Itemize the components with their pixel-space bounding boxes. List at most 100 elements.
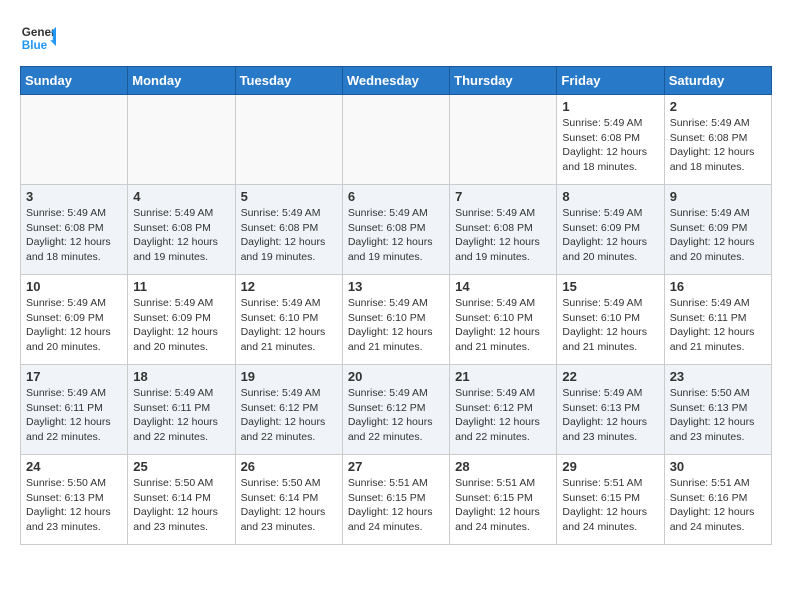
- calendar-cell: [450, 95, 557, 185]
- day-info: Sunrise: 5:49 AM Sunset: 6:08 PM Dayligh…: [670, 116, 766, 175]
- calendar-cell: 15 Sunrise: 5:49 AM Sunset: 6:10 PM Dayli…: [557, 275, 664, 365]
- page-header: General Blue: [20, 20, 772, 56]
- day-number: 24: [26, 459, 122, 474]
- day-info: Sunrise: 5:49 AM Sunset: 6:08 PM Dayligh…: [348, 206, 444, 265]
- calendar-cell: 16Sunrise: 5:49 AM Sunset: 6:11 PM Dayli…: [664, 275, 771, 365]
- day-number: 20: [348, 369, 444, 384]
- calendar-cell: [235, 95, 342, 185]
- day-info: Sunrise: 5:49 AM Sunset: 6:08 PM Dayligh…: [455, 206, 551, 265]
- day-info: Sunrise: 5:51 AM Sunset: 6:15 PM Dayligh…: [348, 476, 444, 535]
- day-number: 9: [670, 189, 766, 204]
- calendar-week-row: 1 Sunrise: 5:49 AM Sunset: 6:08 PM Daylig…: [21, 95, 772, 185]
- day-info: Sunrise: 5:49 AM Sunset: 6:08 PM Dayligh…: [26, 206, 122, 265]
- day-info: Sunrise: 5:49 AM Sunset: 6:08 PM Dayligh…: [241, 206, 337, 265]
- calendar-cell: 22 Sunrise: 5:49 AM Sunset: 6:13 PM Dayli…: [557, 365, 664, 455]
- day-info: Sunrise: 5:49 AM Sunset: 6:11 PM Dayligh…: [26, 386, 122, 445]
- day-number: 5: [241, 189, 337, 204]
- day-info: Sunrise: 5:50 AM Sunset: 6:13 PM Dayligh…: [670, 386, 766, 445]
- day-info: Sunrise: 5:51 AM Sunset: 6:15 PM Dayligh…: [455, 476, 551, 535]
- calendar-week-row: 3Sunrise: 5:49 AM Sunset: 6:08 PM Daylig…: [21, 185, 772, 275]
- logo: General Blue: [20, 20, 60, 56]
- logo-icon: General Blue: [20, 20, 56, 56]
- calendar-week-row: 10 Sunrise: 5:49 AM Sunset: 6:09 PM Dayli…: [21, 275, 772, 365]
- day-number: 25: [133, 459, 229, 474]
- column-header-tuesday: Tuesday: [235, 67, 342, 95]
- day-number: 17: [26, 369, 122, 384]
- day-info: Sunrise: 5:51 AM Sunset: 6:16 PM Dayligh…: [670, 476, 766, 535]
- day-number: 21: [455, 369, 551, 384]
- column-header-monday: Monday: [128, 67, 235, 95]
- day-number: 23: [670, 369, 766, 384]
- day-number: 16: [670, 279, 766, 294]
- day-info: Sunrise: 5:49 AM Sunset: 6:10 PM Dayligh…: [562, 296, 658, 355]
- calendar-cell: 8Sunrise: 5:49 AM Sunset: 6:09 PM Daylig…: [557, 185, 664, 275]
- day-number: 30: [670, 459, 766, 474]
- day-info: Sunrise: 5:50 AM Sunset: 6:13 PM Dayligh…: [26, 476, 122, 535]
- day-info: Sunrise: 5:49 AM Sunset: 6:09 PM Dayligh…: [133, 296, 229, 355]
- svg-text:General: General: [22, 26, 56, 39]
- calendar-cell: 20 Sunrise: 5:49 AM Sunset: 6:12 PM Dayli…: [342, 365, 449, 455]
- day-info: Sunrise: 5:49 AM Sunset: 6:09 PM Dayligh…: [562, 206, 658, 265]
- day-number: 18: [133, 369, 229, 384]
- day-number: 7: [455, 189, 551, 204]
- day-info: Sunrise: 5:51 AM Sunset: 6:15 PM Dayligh…: [562, 476, 658, 535]
- day-info: Sunrise: 5:49 AM Sunset: 6:10 PM Dayligh…: [241, 296, 337, 355]
- calendar-week-row: 24 Sunrise: 5:50 AM Sunset: 6:13 PM Dayli…: [21, 455, 772, 545]
- day-info: Sunrise: 5:49 AM Sunset: 6:11 PM Dayligh…: [133, 386, 229, 445]
- calendar-cell: 30 Sunrise: 5:51 AM Sunset: 6:16 PM Dayli…: [664, 455, 771, 545]
- calendar-cell: [21, 95, 128, 185]
- column-header-saturday: Saturday: [664, 67, 771, 95]
- calendar-cell: 29 Sunrise: 5:51 AM Sunset: 6:15 PM Dayli…: [557, 455, 664, 545]
- calendar-cell: 17 Sunrise: 5:49 AM Sunset: 6:11 PM Dayli…: [21, 365, 128, 455]
- day-number: 27: [348, 459, 444, 474]
- day-number: 2: [670, 99, 766, 114]
- calendar-cell: 13Sunrise: 5:49 AM Sunset: 6:10 PM Dayli…: [342, 275, 449, 365]
- calendar-cell: [342, 95, 449, 185]
- calendar-cell: 25 Sunrise: 5:50 AM Sunset: 6:14 PM Dayli…: [128, 455, 235, 545]
- calendar-cell: 19 Sunrise: 5:49 AM Sunset: 6:12 PM Dayli…: [235, 365, 342, 455]
- day-number: 29: [562, 459, 658, 474]
- day-number: 10: [26, 279, 122, 294]
- calendar-cell: 14Sunrise: 5:49 AM Sunset: 6:10 PM Dayli…: [450, 275, 557, 365]
- day-info: Sunrise: 5:49 AM Sunset: 6:12 PM Dayligh…: [241, 386, 337, 445]
- day-info: Sunrise: 5:50 AM Sunset: 6:14 PM Dayligh…: [241, 476, 337, 535]
- day-number: 19: [241, 369, 337, 384]
- calendar-cell: 7 Sunrise: 5:49 AM Sunset: 6:08 PM Daylig…: [450, 185, 557, 275]
- calendar-cell: 28 Sunrise: 5:51 AM Sunset: 6:15 PM Dayli…: [450, 455, 557, 545]
- calendar-cell: 18 Sunrise: 5:49 AM Sunset: 6:11 PM Dayli…: [128, 365, 235, 455]
- column-header-wednesday: Wednesday: [342, 67, 449, 95]
- day-info: Sunrise: 5:49 AM Sunset: 6:08 PM Dayligh…: [562, 116, 658, 175]
- day-number: 26: [241, 459, 337, 474]
- calendar-cell: 24 Sunrise: 5:50 AM Sunset: 6:13 PM Dayli…: [21, 455, 128, 545]
- svg-text:Blue: Blue: [22, 39, 48, 52]
- day-number: 1: [562, 99, 658, 114]
- calendar-cell: 9Sunrise: 5:49 AM Sunset: 6:09 PM Daylig…: [664, 185, 771, 275]
- calendar-cell: 10 Sunrise: 5:49 AM Sunset: 6:09 PM Dayli…: [21, 275, 128, 365]
- calendar-cell: 23 Sunrise: 5:50 AM Sunset: 6:13 PM Dayli…: [664, 365, 771, 455]
- column-header-friday: Friday: [557, 67, 664, 95]
- calendar-cell: 4Sunrise: 5:49 AM Sunset: 6:08 PM Daylig…: [128, 185, 235, 275]
- calendar-table: SundayMondayTuesdayWednesdayThursdayFrid…: [20, 66, 772, 545]
- day-info: Sunrise: 5:50 AM Sunset: 6:14 PM Dayligh…: [133, 476, 229, 535]
- day-number: 14: [455, 279, 551, 294]
- day-number: 12: [241, 279, 337, 294]
- calendar-header-row: SundayMondayTuesdayWednesdayThursdayFrid…: [21, 67, 772, 95]
- column-header-thursday: Thursday: [450, 67, 557, 95]
- day-number: 13: [348, 279, 444, 294]
- day-number: 28: [455, 459, 551, 474]
- day-info: Sunrise: 5:49 AM Sunset: 6:12 PM Dayligh…: [455, 386, 551, 445]
- column-header-sunday: Sunday: [21, 67, 128, 95]
- day-number: 22: [562, 369, 658, 384]
- calendar-cell: 5 Sunrise: 5:49 AM Sunset: 6:08 PM Daylig…: [235, 185, 342, 275]
- calendar-cell: 1 Sunrise: 5:49 AM Sunset: 6:08 PM Daylig…: [557, 95, 664, 185]
- calendar-cell: 6 Sunrise: 5:49 AM Sunset: 6:08 PM Daylig…: [342, 185, 449, 275]
- day-info: Sunrise: 5:49 AM Sunset: 6:09 PM Dayligh…: [26, 296, 122, 355]
- day-info: Sunrise: 5:49 AM Sunset: 6:12 PM Dayligh…: [348, 386, 444, 445]
- calendar-cell: [128, 95, 235, 185]
- day-number: 15: [562, 279, 658, 294]
- calendar-week-row: 17 Sunrise: 5:49 AM Sunset: 6:11 PM Dayli…: [21, 365, 772, 455]
- day-info: Sunrise: 5:49 AM Sunset: 6:13 PM Dayligh…: [562, 386, 658, 445]
- day-info: Sunrise: 5:49 AM Sunset: 6:08 PM Dayligh…: [133, 206, 229, 265]
- calendar-cell: 27 Sunrise: 5:51 AM Sunset: 6:15 PM Dayli…: [342, 455, 449, 545]
- day-number: 6: [348, 189, 444, 204]
